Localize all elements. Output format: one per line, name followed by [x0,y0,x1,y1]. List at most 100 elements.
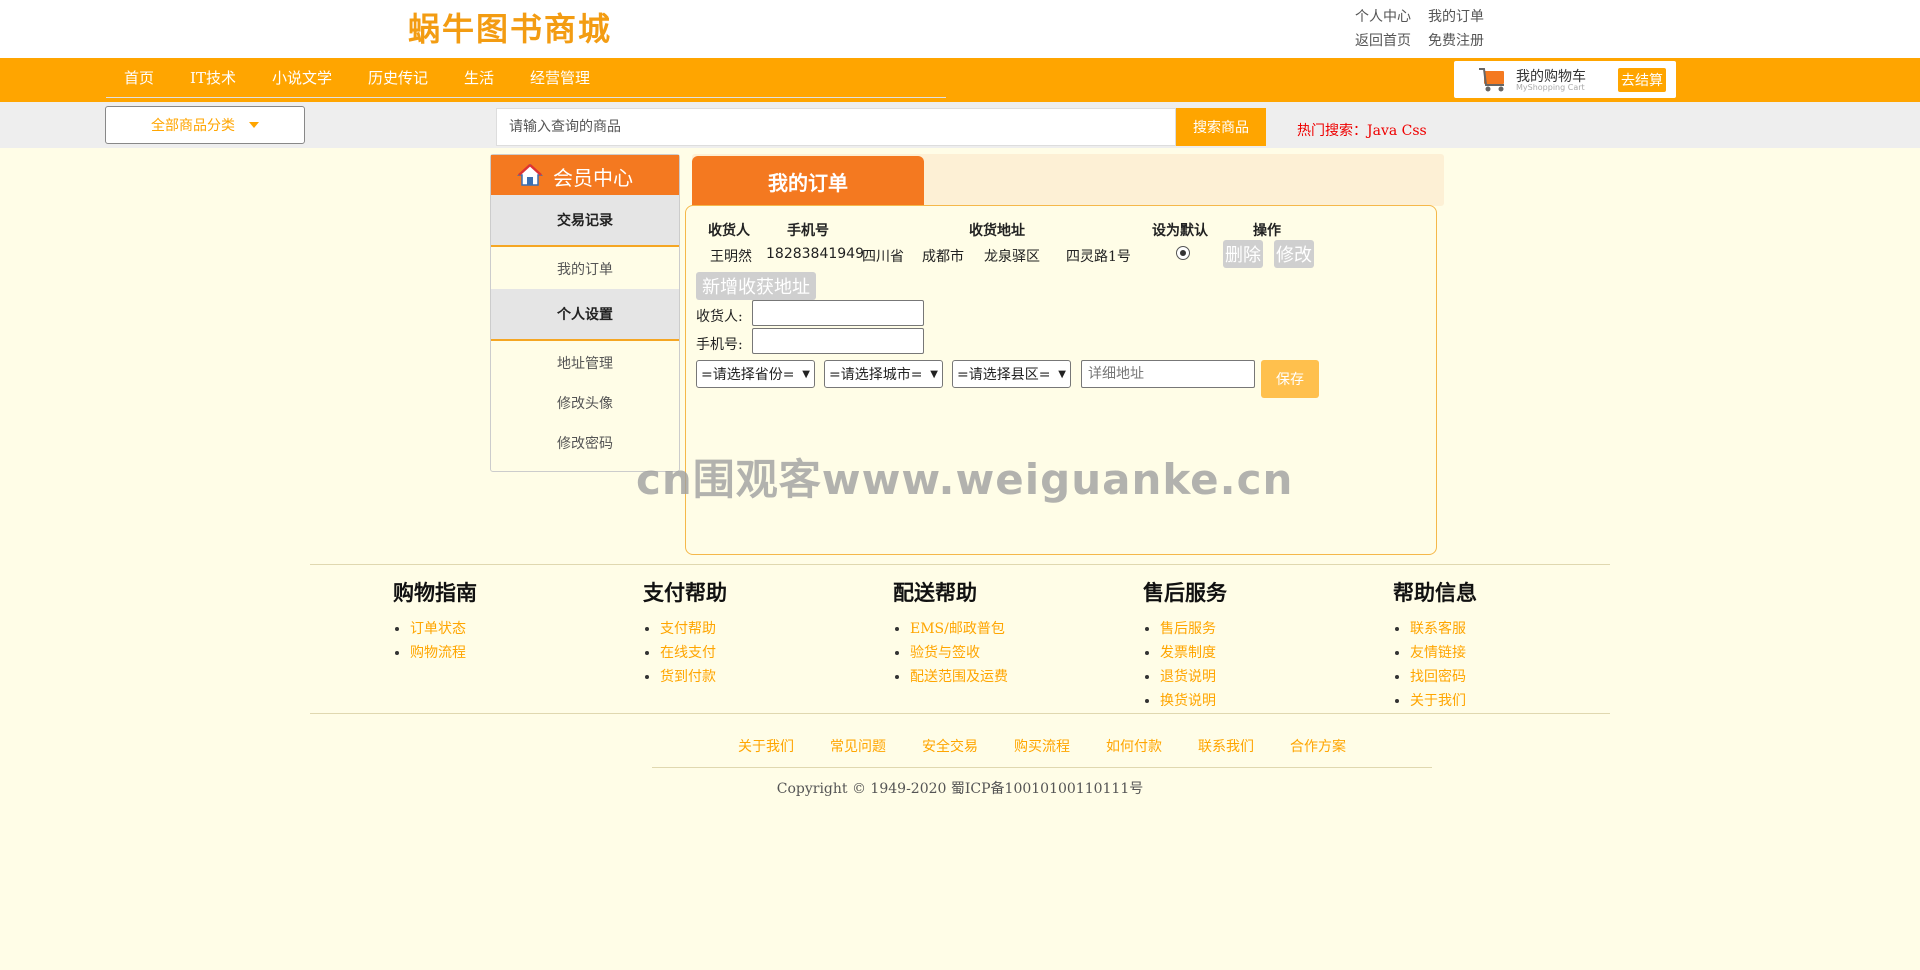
chevron-down-icon: ▼ [930,368,938,380]
phone-label: 手机号: [696,337,743,353]
receiver-label: 收货人: [696,309,743,325]
default-radio[interactable] [1176,246,1190,260]
cart-widget[interactable]: 我的购物车 MyShopping Cart 去结算 [1454,61,1676,98]
city-select[interactable]: =请选择城市= ▼ [824,360,943,388]
edit-address-button[interactable]: 修改 [1274,240,1314,268]
help-link[interactable]: 支付帮助 [660,617,810,641]
nav-life[interactable]: 生活 [464,67,494,88]
cell-district: 龙泉驿区 [984,249,1040,265]
member-sidebar: 会员中心 交易记录 我的订单 个人设置 地址管理 修改头像 修改密码 [490,154,680,472]
help-col-payment: 支付帮助 支付帮助 在线支付 货到付款 [560,577,810,689]
help-link[interactable]: 验货与签收 [910,641,1060,665]
hot-search[interactable]: 热门搜索：Java Css [1297,120,1427,140]
help-link[interactable]: EMS/邮政普包 [910,617,1060,641]
help-link[interactable]: 订单状态 [410,617,560,641]
help-link[interactable]: 发票制度 [1160,641,1310,665]
sidebar-section-transactions: 交易记录 [491,195,679,247]
cell-street: 四灵路1号 [1066,249,1131,265]
col-header-receiver: 收货人 [708,223,750,239]
nav-history[interactable]: 历史传记 [368,67,428,88]
help-link[interactable]: 退货说明 [1160,665,1310,689]
help-title: 配送帮助 [893,580,977,605]
chevron-down-icon: ▼ [1058,368,1066,380]
col-header-default: 设为默认 [1152,223,1208,239]
shopping-cart-icon [1479,68,1504,92]
watermark: cn围观客www.weiguanke.cn [636,455,1294,504]
cell-province: 四川省 [862,249,904,265]
cell-city: 成都市 [922,249,964,265]
footer-link-contact[interactable]: 联系我们 [1198,736,1254,767]
caret-down-icon [249,122,259,128]
nav-it[interactable]: IT技术 [190,67,236,88]
checkout-button[interactable]: 去结算 [1618,68,1666,92]
footer-link-faq[interactable]: 常见问题 [830,736,886,767]
nav-management[interactable]: 经营管理 [530,67,590,88]
district-select[interactable]: =请选择县区= ▼ [952,360,1071,388]
search-input[interactable] [496,108,1176,146]
detail-address-input[interactable] [1081,360,1255,388]
save-button[interactable]: 保存 [1261,360,1319,398]
help-col-aftersales: 售后服务 售后服务 发票制度 退货说明 换货说明 [1060,577,1310,713]
content-header: 我的订单 [692,154,1444,206]
nav-home[interactable]: 首页 [124,67,154,88]
help-link[interactable]: 换货说明 [1160,689,1310,713]
search-bar: 全部商品分类 搜索商品 热门搜索：Java Css [0,102,1920,148]
sidebar-item-avatar[interactable]: 修改头像 [491,393,679,413]
category-label: 全部商品分类 [151,118,235,134]
add-address-button[interactable]: 新增收获地址 [696,272,816,300]
sidebar-item-address[interactable]: 地址管理 [491,353,679,373]
copyright: Copyright © 1949-2020 蜀ICP备1001010011011… [776,781,1144,797]
cart-sublabel: MyShopping Cart [1516,83,1585,92]
nav-items: 首页 IT技术 小说文学 历史传记 生活 经营管理 [106,58,946,98]
col-header-phone: 手机号 [787,223,829,239]
footer-link-security[interactable]: 安全交易 [922,736,978,767]
help-link[interactable]: 关于我们 [1410,689,1560,713]
help-title: 购物指南 [393,580,477,605]
province-select-value: =请选择省份= [701,367,795,383]
sidebar-item-orders[interactable]: 我的订单 [491,259,679,279]
category-dropdown[interactable]: 全部商品分类 [105,106,305,144]
link-my-orders[interactable]: 我的订单 [1428,6,1484,26]
sidebar-title: 会员中心 [553,166,633,190]
sidebar-section-settings: 个人设置 [491,289,679,341]
help-title: 支付帮助 [643,580,727,605]
footer-link-process[interactable]: 购买流程 [1014,736,1070,767]
help-col-info: 帮助信息 联系客服 友情链接 找回密码 关于我们 [1310,577,1560,713]
help-link[interactable]: 购物流程 [410,641,560,665]
phone-input[interactable] [752,328,924,354]
nav-fiction[interactable]: 小说文学 [272,67,332,88]
district-select-value: =请选择县区= [957,367,1051,383]
help-link[interactable]: 在线支付 [660,641,810,665]
content-tab-title: 我的订单 [692,156,924,206]
province-select[interactable]: =请选择省份= ▼ [696,360,815,388]
col-header-address: 收货地址 [969,223,1025,239]
city-select-value: =请选择城市= [829,367,923,383]
link-register[interactable]: 免费注册 [1428,30,1484,50]
top-header: 蜗牛图书商城 个人中心 我的订单 返回首页 免费注册 [0,0,1920,58]
help-link[interactable]: 配送范围及运费 [910,665,1060,689]
cell-phone: 18283841949 [766,246,864,262]
footer-link-partner[interactable]: 合作方案 [1290,736,1346,767]
site-logo[interactable]: 蜗牛图书商城 [408,4,612,50]
footer-link-payment[interactable]: 如何付款 [1106,736,1162,767]
help-col-delivery: 配送帮助 EMS/邮政普包 验货与签收 配送范围及运费 [810,577,1060,689]
help-link[interactable]: 联系客服 [1410,617,1560,641]
sidebar-header: 会员中心 [491,155,679,195]
chevron-down-icon: ▼ [802,368,810,380]
help-link[interactable]: 售后服务 [1160,617,1310,641]
delete-address-button[interactable]: 删除 [1223,240,1263,268]
link-personal-center[interactable]: 个人中心 [1355,6,1411,26]
footer-link-about[interactable]: 关于我们 [738,736,794,767]
help-link[interactable]: 友情链接 [1410,641,1560,665]
help-link[interactable]: 货到付款 [660,665,810,689]
help-col-shopping: 购物指南 订单状态 购物流程 [310,577,560,665]
link-back-home[interactable]: 返回首页 [1355,30,1411,50]
search-button[interactable]: 搜索商品 [1176,108,1266,146]
receiver-input[interactable] [752,300,924,326]
help-link[interactable]: 找回密码 [1410,665,1560,689]
col-header-actions: 操作 [1253,223,1281,239]
cell-receiver: 王明然 [710,249,752,265]
footer-links: 关于我们 常见问题 安全交易 购买流程 如何付款 联系我们 合作方案 [652,736,1432,768]
help-title: 帮助信息 [1393,580,1477,605]
house-icon [517,163,543,186]
